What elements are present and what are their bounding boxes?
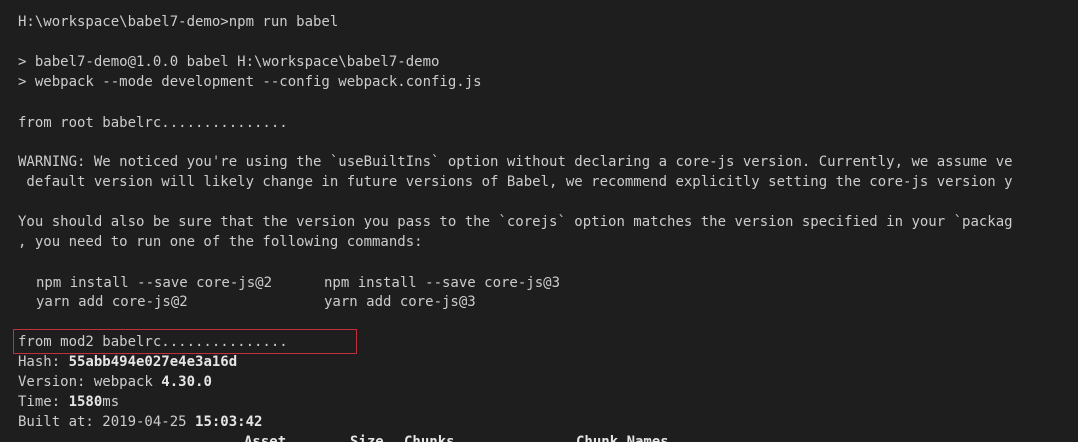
install-command-npm-2: npm install --save core-js@2: [36, 275, 273, 291]
advice-line-1: You should also be sure that the version…: [18, 214, 1013, 230]
script-header-1: > babel7-demo@1.0.0 babel H:\workspace\b…: [18, 54, 440, 70]
install-command-yarn-3: yarn add core-js@3: [324, 294, 476, 310]
hash-label: Hash:: [18, 354, 69, 370]
from-mod2-babelrc: from mod2 babelrc...............: [18, 334, 288, 350]
warning-line-1: WARNING: We noticed you're using the `us…: [18, 154, 1013, 170]
table-header-size: Size: [350, 434, 384, 442]
terminal-window[interactable]: H:\workspace\babel7-demo>npm run babel >…: [0, 0, 1078, 442]
table-header-chunk-names: Chunk Names: [576, 434, 669, 442]
command-line: H:\workspace\babel7-demo>npm run babel: [18, 14, 339, 30]
advice-line-2: , you need to run one of the following c…: [18, 234, 423, 250]
hash-value: 55abb494e027e4e3a16d: [68, 354, 238, 370]
table-header-asset: Asset: [244, 434, 287, 442]
version-label: Version: webpack: [18, 374, 162, 390]
built-at-line: Built at: 2019-04-25 15:03:42: [18, 412, 262, 432]
hash-line: Hash: 55abb494e027e4e3a16d: [18, 352, 237, 372]
table-header-chunks: Chunks: [404, 434, 455, 442]
time-unit: ms: [102, 394, 120, 410]
built-time: 15:03:42: [195, 414, 263, 430]
warning-line-2: default version will likely change in fu…: [18, 174, 1013, 190]
version-line: Version: webpack 4.30.0: [18, 372, 212, 392]
from-root-babelrc: from root babelrc...............: [18, 115, 288, 131]
time-value: 1580: [68, 394, 103, 410]
time-label: Time:: [18, 394, 69, 410]
script-header-2: > webpack --mode development --config we…: [18, 74, 482, 90]
version-value: 4.30.0: [161, 374, 212, 390]
built-label: Built at: 2019-04-25: [18, 414, 196, 430]
install-command-yarn-2: yarn add core-js@2: [36, 294, 188, 310]
time-line: Time: 1580ms: [18, 392, 119, 412]
install-command-npm-3: npm install --save core-js@3: [324, 275, 561, 291]
